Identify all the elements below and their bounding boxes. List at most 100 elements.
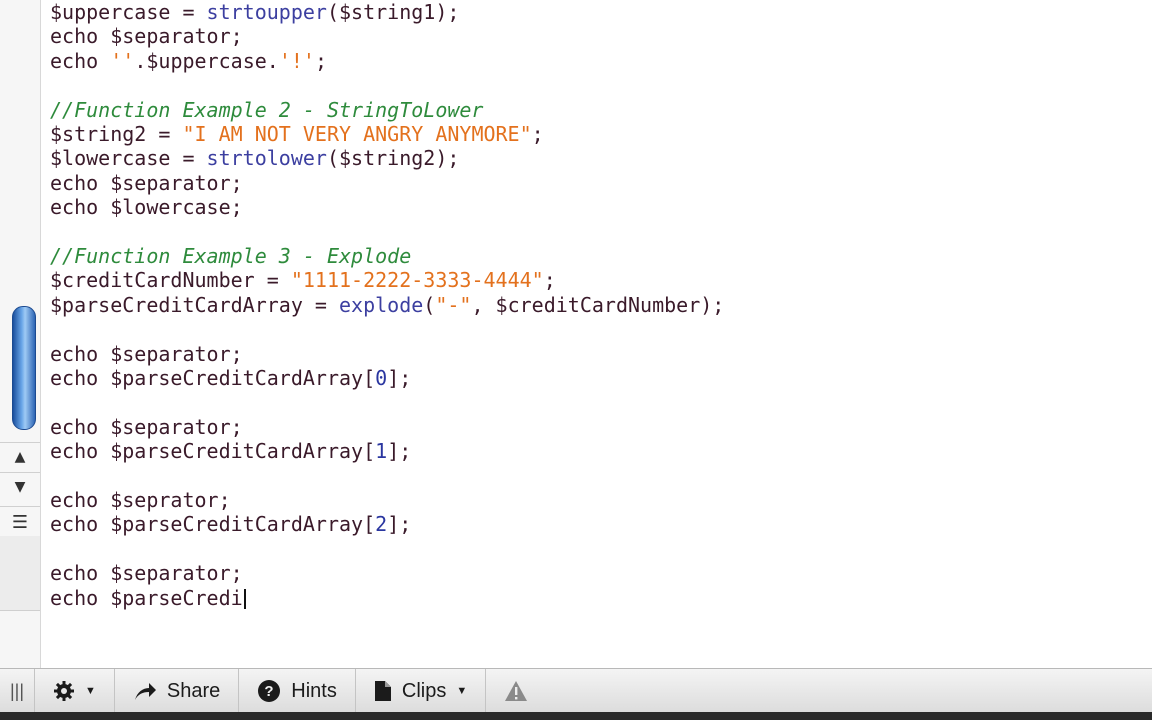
code-token: $parseCreditCardArray <box>110 512 364 537</box>
triangle-up-icon: ▲ <box>14 449 26 465</box>
code-token: ($string1); <box>326 0 460 24</box>
editor-gutter: ▲ ▼ ☰ <box>0 0 41 668</box>
code-token: $parseCreditCardArray <box>110 439 364 464</box>
code-line: echo ''.$uppercase.'!'; <box>50 49 327 73</box>
code-line: $parseCreditCardArray = explode("-", $cr… <box>50 293 724 317</box>
hints-button[interactable]: ? Hints <box>239 669 356 713</box>
warnings-button[interactable] <box>486 669 546 713</box>
code-token: ; <box>230 24 243 49</box>
code-token: explode <box>339 292 424 317</box>
code-line: echo $parseCreditCardArray[2]; <box>50 512 411 536</box>
window-bottom-edge <box>0 712 1152 720</box>
code-token: echo <box>50 48 111 73</box>
share-label: Share <box>166 679 221 702</box>
code-token: $uppercase <box>50 0 171 24</box>
code-token: '!' <box>278 48 315 73</box>
code-token: = <box>170 146 207 171</box>
code-token: = <box>146 122 183 146</box>
code-token: ; <box>230 561 243 586</box>
code-line: $uppercase = strtoupper($string1); <box>50 0 459 24</box>
code-token: echo <box>50 439 111 464</box>
code-line: echo $separator; <box>50 561 243 585</box>
code-editor[interactable]: $uppercase = strtoupper($string1); echo $… <box>50 0 1140 660</box>
code-token: $creditCardNumber <box>50 268 255 293</box>
code-token: //Function Example 3 - Explode <box>50 244 412 268</box>
code-token: = <box>170 0 207 24</box>
code-token: $lowercase <box>50 146 171 171</box>
code-token: echo <box>50 341 111 366</box>
text-cursor <box>243 589 246 610</box>
code-token: echo <box>50 414 111 439</box>
clips-label: Clips <box>401 679 447 702</box>
code-line: echo $separator; <box>50 342 243 366</box>
code-token: //Function Example 2 - StringToLower <box>50 97 484 122</box>
code-token: $separator <box>110 414 231 439</box>
code-line: echo $seprator; <box>50 488 231 512</box>
code-token: strtolower <box>206 146 327 171</box>
settings-menu-button[interactable]: ▼ <box>35 669 115 713</box>
code-line: $creditCardNumber = "1111-2222-3333-4444… <box>50 268 556 292</box>
code-token: , $creditCardNumber); <box>471 292 725 317</box>
code-token: ; <box>543 268 556 293</box>
code-token: $parseCreditCardArray <box>50 292 303 317</box>
code-token: $seprator <box>110 488 219 512</box>
code-token: ; <box>230 341 243 366</box>
code-token: echo <box>50 366 111 390</box>
code-token: $string2 <box>50 122 147 146</box>
code-token: strtoupper <box>206 0 327 24</box>
code-token: = <box>302 292 339 317</box>
code-token: echo <box>50 488 111 512</box>
code-token: "I AM NOT VERY ANGRY ANYMORE" <box>182 122 532 146</box>
code-token: echo <box>50 512 111 537</box>
clips-button[interactable]: Clips ▼ <box>356 669 487 713</box>
code-token: $separator <box>110 341 231 366</box>
svg-text:?: ? <box>265 683 274 700</box>
code-line: //Function Example 3 - Explode <box>50 244 411 268</box>
code-line: echo $separator; <box>50 24 243 48</box>
code-token: $separator <box>110 561 231 586</box>
bottom-toolbar: ||| ▼ Share ? Hints Clips ▼ <box>0 668 1152 713</box>
share-button[interactable]: Share <box>115 669 240 713</box>
hints-label: Hints <box>291 679 337 702</box>
code-token: [ <box>363 439 376 464</box>
code-token: ($string2); <box>326 146 460 171</box>
code-line: //Function Example 2 - StringToLower <box>50 98 483 122</box>
code-token: ; <box>314 48 327 73</box>
gutter-lower-panel <box>0 536 40 611</box>
code-token: echo <box>50 195 111 220</box>
code-token: ; <box>230 170 243 195</box>
grip-icon: ||| <box>10 680 25 701</box>
document-icon <box>374 680 392 702</box>
scroll-up-button[interactable]: ▲ <box>0 442 40 471</box>
code-line: echo $separator; <box>50 415 243 439</box>
code-token: $separator <box>110 24 231 49</box>
gutter-menu-button[interactable]: ☰ <box>0 506 40 538</box>
code-token: $uppercase <box>146 48 267 73</box>
code-token: '' <box>110 48 135 73</box>
code-token: [ <box>363 366 376 390</box>
code-token: $separator <box>110 170 231 195</box>
code-line: echo $parseCreditCardArray[1]; <box>50 439 411 463</box>
question-circle-icon: ? <box>257 679 281 703</box>
scrollbar-thumb[interactable] <box>12 306 36 430</box>
code-token: ]; <box>387 366 412 390</box>
code-token: ; <box>230 414 243 439</box>
code-token: ; <box>218 488 231 512</box>
scroll-down-button[interactable]: ▼ <box>0 472 40 501</box>
code-token: "-" <box>435 292 472 317</box>
triangle-down-icon: ▼ <box>14 479 26 495</box>
warning-icon <box>504 680 528 702</box>
code-token: ( <box>423 292 436 317</box>
toolbar-grip-handle[interactable]: ||| <box>0 669 36 713</box>
code-token: ; <box>230 195 243 220</box>
gear-icon <box>53 680 75 702</box>
code-token: [ <box>363 512 376 537</box>
hamburger-icon: ☰ <box>11 511 29 533</box>
code-token: echo <box>50 170 111 195</box>
code-token: echo <box>50 561 111 586</box>
code-line: echo $separator; <box>50 171 243 195</box>
code-token: 0 <box>375 366 388 390</box>
code-token: "1111-2222-3333-4444" <box>290 268 544 293</box>
chevron-down-icon: ▼ <box>85 685 96 697</box>
code-token: $parseCredi <box>110 585 243 610</box>
